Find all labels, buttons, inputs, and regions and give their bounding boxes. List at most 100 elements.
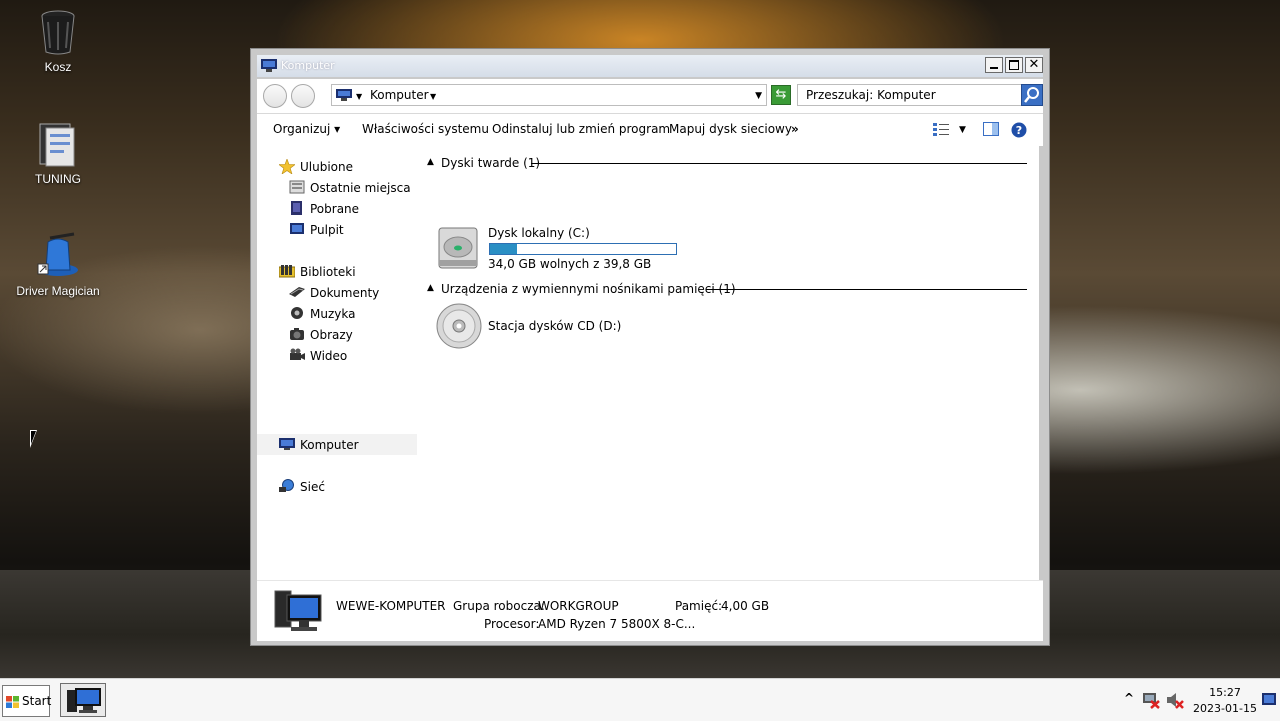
nav-item-favorites[interactable]: Ulubione <box>257 156 417 177</box>
breadcrumb-computer[interactable]: Komputer <box>370 88 429 102</box>
drive-c-free-space: 34,0 GB wolnych z 39,8 GB <box>488 257 652 271</box>
search-icon <box>1024 87 1039 103</box>
star-icon <box>278 158 296 175</box>
computer-icon <box>336 89 352 101</box>
chevron-down-icon[interactable]: ▼ <box>356 92 362 101</box>
music-icon <box>289 306 305 320</box>
computer-icon <box>67 688 101 713</box>
mouse-cursor-icon <box>30 430 37 448</box>
group-header-removable[interactable]: ▲ Urządzenia z wymiennymi nośnikami pami… <box>417 280 1039 298</box>
pictures-icon <box>289 327 305 341</box>
taskbar: Start ^ 15:27 2023-01-15 <box>0 678 1280 721</box>
nav-item-documents[interactable]: Dokumenty <box>257 282 417 303</box>
desktop-icon-recycle-bin[interactable]: Kosz <box>8 8 108 74</box>
chevron-down-icon[interactable]: ▼ <box>959 125 966 135</box>
group-header-hard-disks[interactable]: ▲ Dyski twarde (1) <box>417 154 1039 172</box>
hard-drive-icon <box>435 226 483 273</box>
cd-drive-icon <box>435 302 483 353</box>
explorer-window: Komputer ✕ ▼ Komputer ▼ ▼ ⇆ Przeszukaj: … <box>250 48 1050 646</box>
desktop-icon-driver-magician[interactable]: Driver Magician <box>8 232 108 298</box>
nav-item-network[interactable]: Sieć <box>257 476 417 497</box>
chevron-down-icon[interactable]: ▼ <box>430 92 436 101</box>
drive-c-name[interactable]: Dysk lokalny (C:) <box>488 226 590 240</box>
desktop-icon-tuning[interactable]: TUNING <box>8 120 108 186</box>
desktop-icon-label: TUNING <box>35 172 81 186</box>
taskbar-explorer-button[interactable] <box>60 683 106 717</box>
desktop-icon-label: Kosz <box>44 60 72 74</box>
search-placeholder: Przeszukaj: Komputer <box>806 88 936 102</box>
computer-icon <box>279 437 295 451</box>
view-options-icon[interactable] <box>933 122 949 139</box>
window-controls: ✕ <box>985 57 1043 73</box>
nav-item-pictures[interactable]: Obrazy <box>257 324 417 345</box>
nav-item-music[interactable]: Muzyka <box>257 303 417 324</box>
desktop-icon-label: Driver Magician <box>16 284 100 298</box>
address-dropdown-icon[interactable]: ▼ <box>755 91 762 101</box>
group-divider <box>706 289 1027 290</box>
refresh-button[interactable]: ⇆ <box>771 85 791 105</box>
tray-expand-button[interactable]: ^ <box>1124 691 1134 705</box>
libraries-icon <box>278 264 296 278</box>
address-bar[interactable]: ▼ Komputer ▼ ▼ <box>331 84 767 106</box>
clock-date[interactable]: 2023-01-15 <box>1190 702 1260 715</box>
close-button[interactable]: ✕ <box>1025 57 1043 73</box>
start-button[interactable]: Start <box>2 685 51 717</box>
search-button[interactable] <box>1021 84 1043 106</box>
drive-c-usage-bar <box>489 243 677 255</box>
nav-item-desktop[interactable]: Pulpit <box>257 219 417 240</box>
video-icon <box>289 348 305 362</box>
back-button[interactable] <box>263 84 287 108</box>
memory-label: Pamięć: <box>675 599 723 613</box>
minimize-button[interactable] <box>985 57 1003 73</box>
drive-c-usage-fill <box>490 244 518 254</box>
desktop-icon <box>289 222 305 236</box>
more-commands-button[interactable]: » <box>791 122 799 136</box>
nav-item-computer[interactable]: Komputer <box>257 434 417 455</box>
network-icon <box>279 479 295 493</box>
details-pane: WEWE-KOMPUTER Grupa robocza: WORKGROUP P… <box>257 580 1043 641</box>
help-icon[interactable]: ? <box>1011 122 1027 141</box>
processor-value: AMD Ryzen 7 5800X 8-C... <box>538 617 696 631</box>
recent-places-icon <box>289 180 305 194</box>
uninstall-program-button[interactable]: Odinstaluj lub zmień program <box>492 122 670 136</box>
workgroup-label: Grupa robocza: <box>453 599 545 613</box>
collapse-arrow-icon: ▲ <box>427 283 434 293</box>
computer-name: WEWE-KOMPUTER <box>336 599 446 613</box>
computer-icon <box>261 59 277 72</box>
windows-logo-icon <box>6 696 19 708</box>
drive-d-name[interactable]: Stacja dysków CD (D:) <box>488 319 621 333</box>
clock-time[interactable]: 15:27 <box>1198 686 1252 699</box>
show-desktop-button[interactable] <box>1262 693 1276 710</box>
processor-label: Procesor: <box>484 617 540 631</box>
nav-item-video[interactable]: Wideo <box>257 345 417 366</box>
preview-pane-icon[interactable] <box>983 122 999 139</box>
documents-icon <box>289 285 305 299</box>
network-disconnected-icon[interactable] <box>1142 691 1160 712</box>
content-pane: ▲ Dyski twarde (1) Dysk lokalny (C:) 34,… <box>417 146 1039 580</box>
navigation-pane: Ulubione Ostatnie miejsca Pobrane Pulpit… <box>257 146 417 580</box>
volume-muted-icon[interactable] <box>1166 691 1184 712</box>
window-title: Komputer <box>281 59 335 72</box>
nav-item-downloads[interactable]: Pobrane <box>257 198 417 219</box>
magician-hat-icon <box>36 232 80 280</box>
map-network-drive-button[interactable]: Mapuj dysk sieciowy <box>669 122 792 136</box>
collapse-arrow-icon: ▲ <box>427 157 434 167</box>
maximize-button[interactable] <box>1005 57 1023 73</box>
workgroup-value: WORKGROUP <box>538 599 619 613</box>
command-bar: Organizuj ▾ Właściwości systemu Odinstal… <box>257 114 1043 146</box>
recycle-bin-icon <box>36 8 80 56</box>
forward-button[interactable] <box>291 84 315 108</box>
downloads-icon <box>289 201 305 215</box>
group-divider <box>531 163 1027 164</box>
title-bar[interactable]: Komputer ✕ <box>257 55 1043 77</box>
organize-button[interactable]: Organizuj ▾ <box>273 122 340 136</box>
computer-large-icon <box>273 589 323 636</box>
memory-value: 4,00 GB <box>721 599 770 613</box>
system-properties-button[interactable]: Właściwości systemu <box>362 122 489 136</box>
folder-icon <box>36 120 80 168</box>
address-row: ▼ Komputer ▼ ▼ ⇆ Przeszukaj: Komputer <box>257 79 1043 114</box>
search-input[interactable]: Przeszukaj: Komputer <box>797 84 1039 106</box>
nav-item-recent-places[interactable]: Ostatnie miejsca <box>257 177 417 198</box>
nav-item-libraries[interactable]: Biblioteki <box>257 261 417 282</box>
svg-text:?: ? <box>1016 124 1022 137</box>
